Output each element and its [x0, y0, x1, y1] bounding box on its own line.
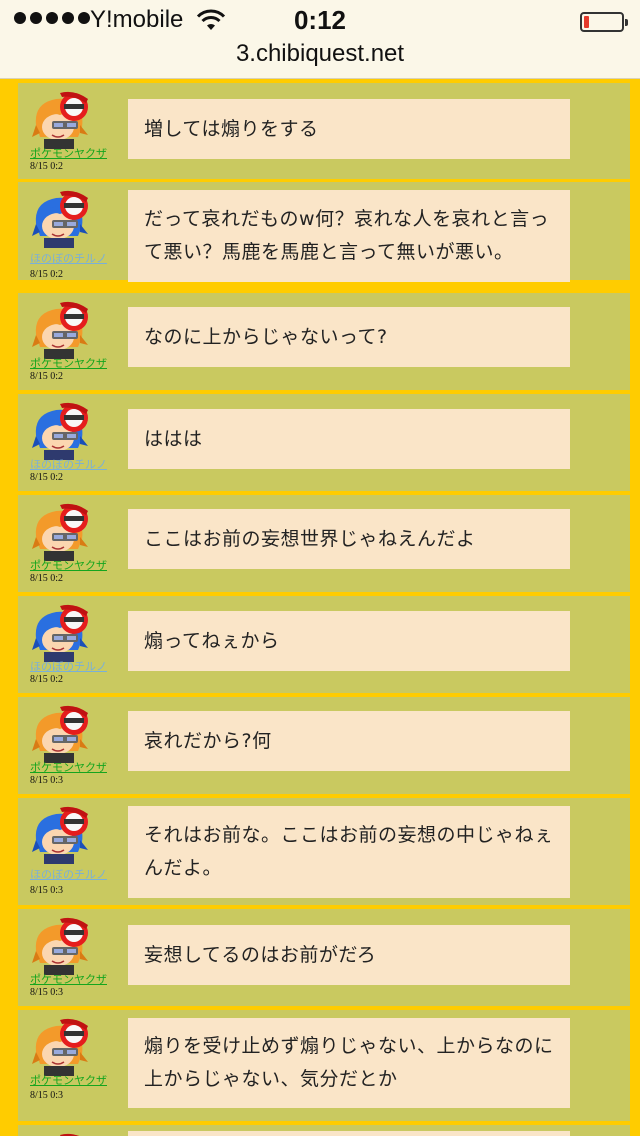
message-timestamp: 8/15 0:2 — [30, 161, 64, 172]
message-bubble: それはお前な。ここはお前の妄想の中じゃねぇんだよ。 — [128, 806, 570, 898]
user-avatar[interactable] — [30, 402, 92, 460]
username-link[interactable]: ポケモンヤクザ — [30, 355, 107, 371]
message-bubble: 哀れだから?何 — [128, 711, 570, 771]
clock: 0:12 — [293, 5, 347, 35]
user-avatar[interactable] — [30, 503, 92, 561]
message-bubble: 増しては煽りをする — [128, 99, 570, 159]
message-timestamp: 8/15 0:2 — [30, 269, 64, 280]
message-bubble: 妄想してるのはお前がだろ — [128, 925, 570, 985]
username-link[interactable]: ポケモンヤクザ — [30, 759, 107, 775]
address-bar-url[interactable]: 3.chibiquest.net — [0, 40, 640, 68]
message-text: 妄想してるのはお前がだろ — [144, 943, 377, 966]
chat-message: ポケモンヤクザ 8/15 0:3 妄想してるのはお前がだろ — [18, 909, 630, 1006]
chat-message: ポケモンヤクザ 8/15 0:2 なのに上からじゃないって? — [18, 293, 630, 390]
user-avatar[interactable] — [30, 806, 92, 864]
chat-message: ポケモンヤクザ 8/15 0:3 哀れだから?何 — [18, 697, 630, 794]
user-avatar[interactable] — [30, 1018, 92, 1076]
chat-message-partial — [18, 1125, 630, 1136]
message-text: それはお前な。ここはお前の妄想の中じゃねぇんだよ。 — [144, 824, 554, 879]
user-avatar[interactable] — [30, 301, 92, 359]
username-link[interactable]: ほのぼのチルノ — [30, 658, 107, 674]
message-text: 哀れだから?何 — [144, 729, 272, 752]
username-link[interactable]: ポケモンヤクザ — [30, 145, 107, 161]
chat-message: ほのぼのチルノ 8/15 0:2 ははは — [18, 394, 630, 491]
battery-icon — [580, 12, 628, 32]
chat-message: ほのぼのチルノ 8/15 0:3 それはお前な。ここはお前の妄想の中じゃねぇんだよ。 — [18, 798, 630, 905]
username-link[interactable]: ポケモンヤクザ — [30, 971, 107, 987]
message-text: 増しては煽りをする — [144, 117, 319, 140]
message-timestamp: 8/15 0:2 — [30, 674, 64, 685]
message-text: 煽りを受け止めず煽りじゃない、上からなのに上からじゃない、気分だとか — [144, 1035, 554, 1090]
message-bubble: なのに上からじゃないって? — [128, 307, 570, 367]
message-text: ははは — [144, 427, 203, 450]
message-timestamp: 8/15 0:2 — [30, 573, 64, 584]
username-link[interactable]: ポケモンヤクザ — [30, 1072, 107, 1088]
status-bar: Y!mobile 0:12 3.chibiquest.net — [0, 0, 640, 79]
message-timestamp: 8/15 0:3 — [30, 775, 64, 786]
message-bubble: 煽りを受け止めず煽りじゃない、上からなのに上からじゃない、気分だとか — [128, 1018, 570, 1108]
message-bubble: だって哀れだものw何？哀れな人を哀れと言って悪い？馬鹿を馬鹿と言って無いが悪い。 — [128, 190, 570, 282]
message-bubble: ははは — [128, 409, 570, 469]
message-timestamp: 8/15 0:2 — [30, 472, 64, 483]
chat-log[interactable]: ポケモンヤクザ 8/15 0:2 増しては煽りをする ほのぼのチルノ 8/15 0:2… — [0, 79, 640, 1136]
message-text: 煽ってねぇから — [144, 629, 280, 652]
message-bubble: ここはお前の妄想世界じゃねえんだよ — [128, 509, 570, 569]
message-timestamp: 8/15 0:3 — [30, 885, 64, 896]
user-avatar[interactable] — [30, 190, 92, 248]
chat-message: ほのぼのチルノ 8/15 0:2 煽ってねぇから — [18, 596, 630, 693]
message-text: ここはお前の妄想世界じゃねえんだよ — [144, 527, 476, 550]
chat-message: ほのぼのチルノ 8/15 0:2 だって哀れだものw何？哀れな人を哀れと言って悪い？… — [18, 182, 630, 282]
user-avatar[interactable] — [30, 604, 92, 662]
message-bubble: 煽ってねぇから — [128, 611, 570, 671]
username-link[interactable]: ポケモンヤクザ — [30, 557, 107, 573]
user-avatar[interactable] — [30, 91, 92, 149]
message-timestamp: 8/15 0:3 — [30, 987, 64, 998]
chat-message: ポケモンヤクザ 8/15 0:3 煽りを受け止めず煽りじゃない、上からなのに上からじ… — [18, 1010, 630, 1121]
message-bubble — [128, 1131, 570, 1136]
user-avatar[interactable] — [30, 917, 92, 975]
message-text: なのに上からじゃないって? — [144, 325, 388, 348]
message-text: だって哀れだものw何？哀れな人を哀れと言って悪い？馬鹿を馬鹿と言って無いが悪い。 — [144, 208, 550, 263]
chat-message: ポケモンヤクザ 8/15 0:2 ここはお前の妄想世界じゃねえんだよ — [18, 495, 630, 592]
username-link[interactable]: ほのぼのチルノ — [30, 250, 107, 266]
username-link[interactable]: ほのぼのチルノ — [30, 456, 107, 472]
user-avatar[interactable] — [30, 705, 92, 763]
message-timestamp: 8/15 0:3 — [30, 1090, 64, 1101]
chat-message: ポケモンヤクザ 8/15 0:2 増しては煽りをする — [18, 83, 630, 179]
message-timestamp: 8/15 0:2 — [30, 371, 64, 382]
username-link[interactable]: ほのぼのチルノ — [30, 866, 107, 882]
